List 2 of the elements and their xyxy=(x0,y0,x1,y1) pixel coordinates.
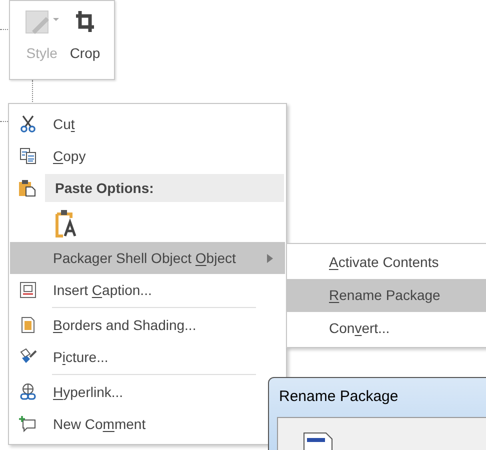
paste-options-header: Paste Options: xyxy=(45,174,284,202)
dialog-title: Rename Package xyxy=(278,387,400,407)
